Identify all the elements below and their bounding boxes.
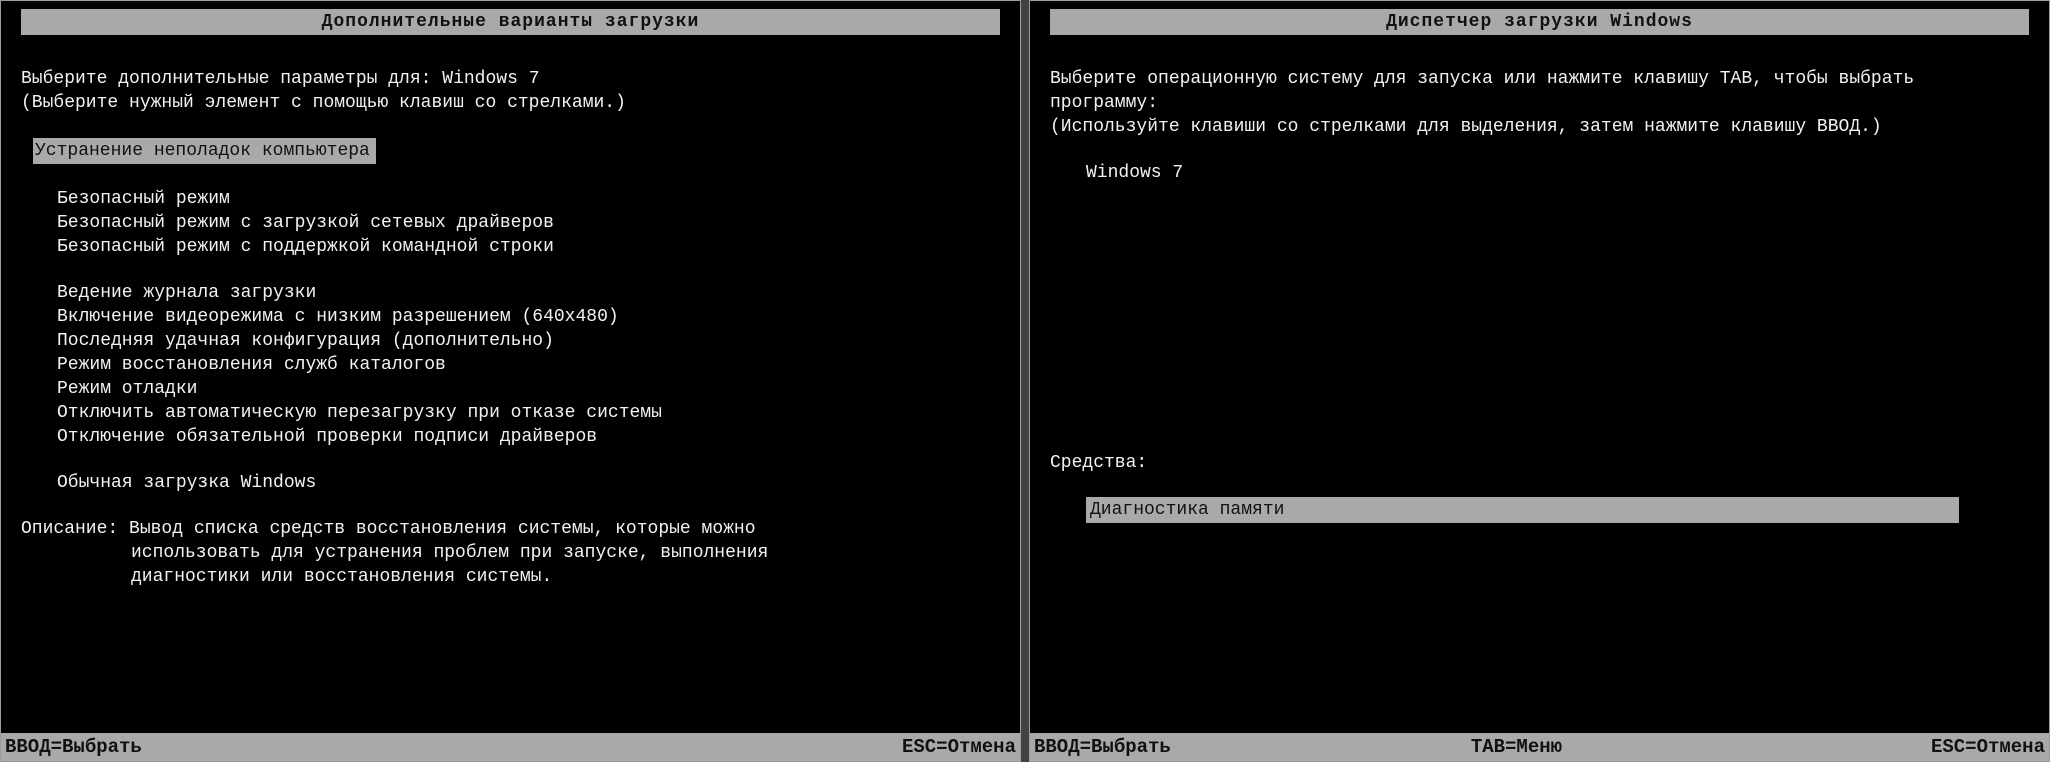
boot-option[interactable]: Включение видеорежима с низким разрешени… [21,305,1000,329]
choose-prompt-os: Windows 7 [442,69,539,89]
boot-option[interactable]: Безопасный режим с загрузкой сетевых дра… [21,211,1000,235]
footer-enter[interactable]: ВВОД=Выбрать [5,736,142,758]
boot-option[interactable]: Режим отладки [21,377,1000,401]
description-label: Описание: [21,519,118,539]
description-text-3: диагностики или восстановления системы. [21,565,1000,589]
boot-option[interactable]: Отключение обязательной проверки подписи… [21,425,1000,449]
boot-option[interactable]: Отключить автоматическую перезагрузку пр… [21,401,1000,425]
bm-hint: (Используйте клавиши со стрелками для вы… [1050,115,2029,139]
footer-esc[interactable]: ESC=Отмена [902,736,1016,758]
bm-prompt-2: программу: [1050,91,2029,115]
boot-option[interactable]: Последняя удачная конфигурация (дополнит… [21,329,1000,353]
description-text-1: Вывод списка средств восстановления сист… [129,519,756,539]
boot-option[interactable]: Режим восстановления служб каталогов [21,353,1000,377]
advanced-boot-footer: ВВОД=Выбрать ESC=Отмена [1,733,1020,761]
tools-item-memory-diagnostic[interactable]: Диагностика памяти [1086,497,1959,523]
choose-prompt: Выберите дополнительные параметры для: W… [21,67,1000,91]
arrow-hint: (Выберите нужный элемент с помощью клави… [21,91,1000,115]
footer-tab[interactable]: TAB=Меню [1471,736,1562,758]
boot-manager-footer: ВВОД=Выбрать TAB=Меню ESC=Отмена [1030,733,2049,761]
footer-esc[interactable]: ESC=Отмена [1931,736,2045,758]
description-text-2: использовать для устранения проблем при … [21,541,1000,565]
os-item-windows7[interactable]: Windows 7 [1050,161,2029,185]
choose-prompt-text: Выберите дополнительные параметры для: [21,69,431,89]
boot-manager-body: Выберите операционную систему для запуск… [1030,35,2049,733]
boot-option[interactable]: Безопасный режим [21,187,1000,211]
footer-enter[interactable]: ВВОД=Выбрать [1034,736,1171,758]
boot-option-selected[interactable]: Устранение неполадок компьютера [21,137,1000,165]
bm-prompt-1: Выберите операционную систему для запуск… [1050,67,2029,91]
advanced-boot-title: Дополнительные варианты загрузки [21,9,1000,35]
advanced-boot-panel: Дополнительные варианты загрузки Выберит… [0,0,1021,762]
advanced-boot-body: Выберите дополнительные параметры для: W… [1,35,1020,733]
description-line1: Описание: Вывод списка средств восстанов… [21,517,1000,541]
boot-option[interactable]: Безопасный режим с поддержкой командной … [21,235,1000,259]
boot-manager-panel: Диспетчер загрузки Windows Выберите опер… [1029,0,2050,762]
boot-option-selected-label: Устранение неполадок компьютера [33,138,376,164]
boot-option[interactable]: Ведение журнала загрузки [21,281,1000,305]
boot-option[interactable]: Обычная загрузка Windows [21,471,1000,495]
tools-label: Средства: [1050,451,2029,475]
boot-manager-title: Диспетчер загрузки Windows [1050,9,2029,35]
